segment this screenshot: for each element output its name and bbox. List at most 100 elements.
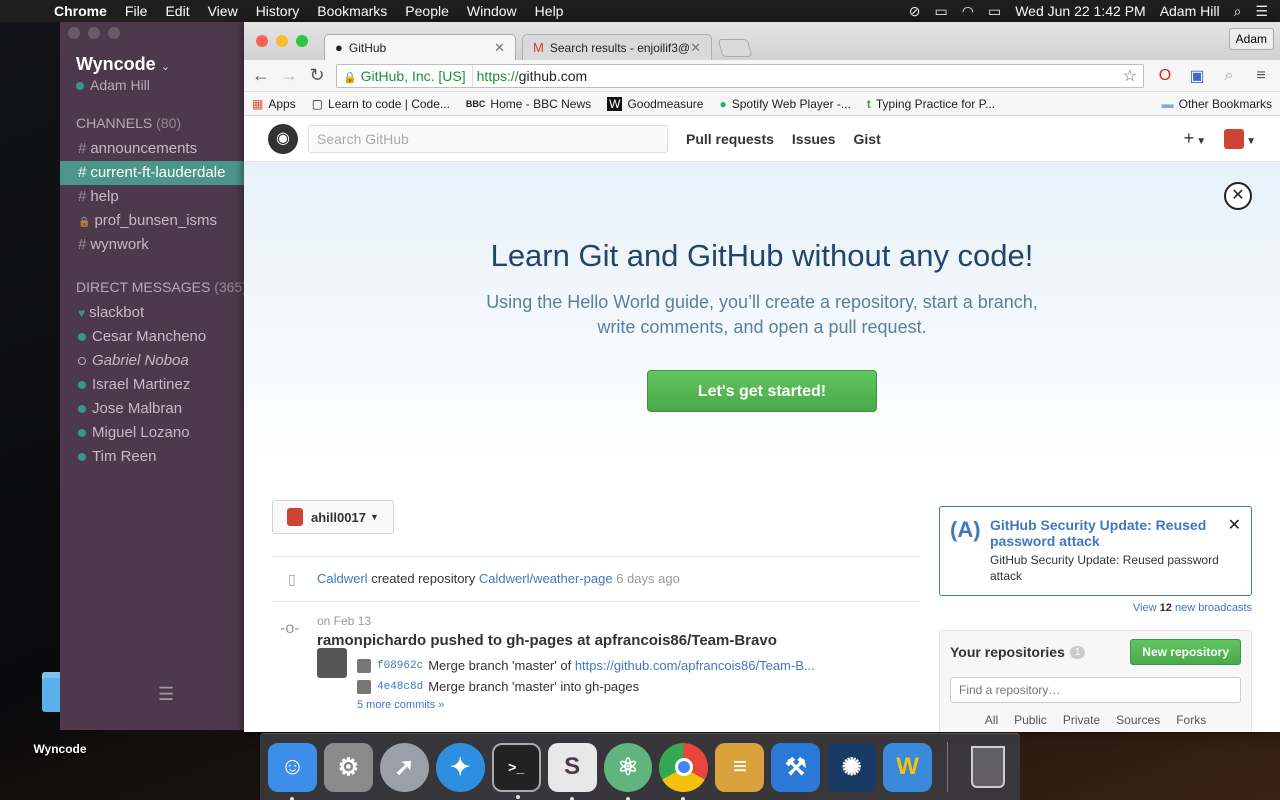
account-context-switcher[interactable]: ahill0017 ▼ (272, 500, 394, 534)
dock-system-preferences[interactable]: ⚙ (323, 742, 373, 792)
opera-extension-icon[interactable]: O (1154, 67, 1176, 85)
repo-tab-public[interactable]: Public (1014, 713, 1047, 727)
forward-arrow-icon[interactable]: → (280, 65, 298, 86)
dock-finder[interactable]: ☺ (268, 742, 317, 800)
channel-help[interactable]: # help (60, 185, 250, 209)
channels-header[interactable]: CHANNELS (80) (60, 115, 250, 131)
reload-icon[interactable]: ↻ (308, 65, 326, 86)
channel-announcements[interactable]: # announcements (60, 137, 250, 161)
nav-issues[interactable]: Issues (792, 131, 836, 147)
dock-safari[interactable]: ✦ (435, 742, 485, 792)
get-started-button[interactable]: Let's get started! (647, 370, 877, 412)
repo-tab-forks[interactable]: Forks (1176, 713, 1206, 727)
menu-window[interactable]: Window (458, 3, 526, 19)
dock-terminal[interactable]: >_ (491, 742, 541, 799)
search-extension-icon[interactable]: ⌕ (1218, 67, 1240, 85)
dock-slack[interactable]: S (547, 742, 597, 800)
dm-slackbot[interactable]: ♥ slackbot (60, 301, 250, 325)
dm-tim-reen[interactable]: Tim Reen (60, 445, 250, 469)
close-tab-icon[interactable]: ✕ (494, 40, 505, 56)
github-logo-icon[interactable]: ◉ (268, 123, 298, 154)
menubar-user[interactable]: Adam Hill (1160, 3, 1220, 19)
new-tab-button[interactable] (717, 39, 753, 57)
dock-xcode[interactable]: ⚒ (771, 742, 821, 792)
new-repository-button[interactable]: New repository (1130, 639, 1241, 665)
app-menu[interactable]: Chrome (54, 3, 116, 19)
battery-icon[interactable]: ▭ (988, 3, 1001, 20)
avatar[interactable] (317, 648, 347, 678)
find-repository-input[interactable] (950, 677, 1241, 703)
ev-certificate-badge[interactable]: 🔒 GitHub, Inc. [US] (337, 64, 473, 87)
slack-minimize-button[interactable] (88, 27, 100, 39)
extension-icon[interactable]: ▣ (1186, 66, 1208, 86)
airplay-icon[interactable]: ▭ (935, 3, 948, 20)
dm-gabriel-noboa[interactable]: Gabriel Noboa (60, 349, 250, 373)
bookmark-codecademy[interactable]: ▢ Learn to code | Code... (312, 97, 450, 111)
dock-atom[interactable]: ⚛ (603, 742, 653, 800)
channel-current-ft-lauderdale[interactable]: # current-ft-lauderdale (60, 161, 250, 185)
spotlight-search-icon[interactable]: ⌕ (1234, 3, 1242, 20)
menu-view[interactable]: View (199, 3, 247, 19)
actor-link[interactable]: Caldwerl (317, 571, 368, 586)
more-commits-link[interactable]: 5 more commits » (357, 699, 920, 711)
bookmark-star-icon[interactable]: ☆ (1123, 66, 1137, 86)
minimize-window-button[interactable] (276, 35, 288, 47)
chrome-menu-icon[interactable]: ≡ (1250, 67, 1272, 85)
user-menu[interactable]: ▼ (1224, 128, 1256, 150)
menu-bookmarks[interactable]: Bookmarks (308, 3, 396, 19)
menu-file[interactable]: File (116, 3, 157, 19)
broadcast-title-link[interactable]: GitHub Security Update: Reused password … (990, 517, 1221, 549)
create-new-menu[interactable]: + ▼ (1184, 128, 1206, 149)
nav-pull-requests[interactable]: Pull requests (686, 131, 774, 147)
team-menu[interactable]: Wyncode ⌄ (60, 44, 250, 75)
channel-prof-bunsen-isms[interactable]: 🔒 prof_bunsen_isms (60, 209, 250, 233)
repo-tab-all[interactable]: All (985, 713, 998, 727)
profile-button[interactable]: Adam (1228, 28, 1274, 50)
repo-tab-sources[interactable]: Sources (1116, 713, 1160, 727)
menu-people[interactable]: People (396, 3, 458, 19)
notification-center-icon[interactable]: ☰ (1255, 3, 1268, 20)
dm-cesar-mancheno[interactable]: Cesar Mancheno (60, 325, 250, 349)
bookmark-bbc[interactable]: BBC Home - BBC News (466, 97, 591, 111)
repo-tab-private[interactable]: Private (1063, 713, 1100, 727)
dismiss-banner-button[interactable]: ✕ (1224, 182, 1252, 210)
menu-edit[interactable]: Edit (156, 3, 198, 19)
bookmark-spotify[interactable]: ● Spotify Web Player -... (719, 97, 850, 111)
dm-israel-martinez[interactable]: Israel Martinez (60, 373, 250, 397)
repo-link[interactable]: Caldwerl/weather-page (479, 571, 613, 586)
close-window-button[interactable] (256, 35, 268, 47)
slack-close-button[interactable] (68, 27, 80, 39)
commit-sha-link[interactable]: 4e48c8d (377, 681, 423, 693)
dm-jose-malbran[interactable]: Jose Malbran (60, 397, 250, 421)
dock-trash[interactable] (963, 743, 1012, 792)
dock-launchpad[interactable]: ➚ (379, 742, 429, 792)
tab-gmail[interactable]: M Search results - enjoilif3@... ✕ (522, 34, 712, 60)
bookmark-goodmeasure[interactable]: W Goodmeasure (607, 96, 703, 111)
bookmark-typing[interactable]: t Typing Practice for P... (867, 97, 995, 111)
branch-link[interactable]: gh-pages (506, 632, 573, 649)
address-bar[interactable]: 🔒 GitHub, Inc. [US] https://github.com ☆ (336, 63, 1144, 88)
dock-sequel-pro[interactable]: ≡ (715, 742, 765, 792)
dm-miguel-lozano[interactable]: Miguel Lozano (60, 421, 250, 445)
back-arrow-icon[interactable]: ← (252, 65, 270, 86)
commit-sha-link[interactable]: f08962c (377, 660, 423, 672)
wifi-icon[interactable]: ◠ (962, 3, 974, 20)
close-icon[interactable]: ✕ (1228, 515, 1241, 535)
dock-wunderlist[interactable]: W (883, 742, 933, 792)
view-broadcasts-link[interactable]: View 12 new broadcasts (939, 602, 1252, 614)
actor-link[interactable]: ramonpichardo (317, 632, 426, 649)
other-bookmarks[interactable]: ▬ Other Bookmarks (1162, 97, 1272, 111)
menu-help[interactable]: Help (526, 3, 573, 19)
slack-zoom-button[interactable] (108, 27, 120, 39)
bookmark-apps[interactable]: ▦ Apps (252, 97, 296, 111)
tab-github[interactable]: ● GitHub ✕ (324, 34, 516, 60)
dock-chrome[interactable] (659, 742, 709, 800)
current-user[interactable]: Adam Hill (60, 75, 250, 93)
zoom-window-button[interactable] (296, 35, 308, 47)
do-not-disturb-icon[interactable]: ⊘ (909, 3, 921, 20)
nav-gist[interactable]: Gist (854, 131, 881, 147)
quick-switcher-icon[interactable]: ☰ (158, 684, 174, 705)
menu-history[interactable]: History (247, 3, 309, 19)
commit-url-link[interactable]: https://github.com/apfrancois86/Team-B..… (575, 658, 815, 673)
channel-wynwork[interactable]: # wynwork (60, 233, 250, 257)
